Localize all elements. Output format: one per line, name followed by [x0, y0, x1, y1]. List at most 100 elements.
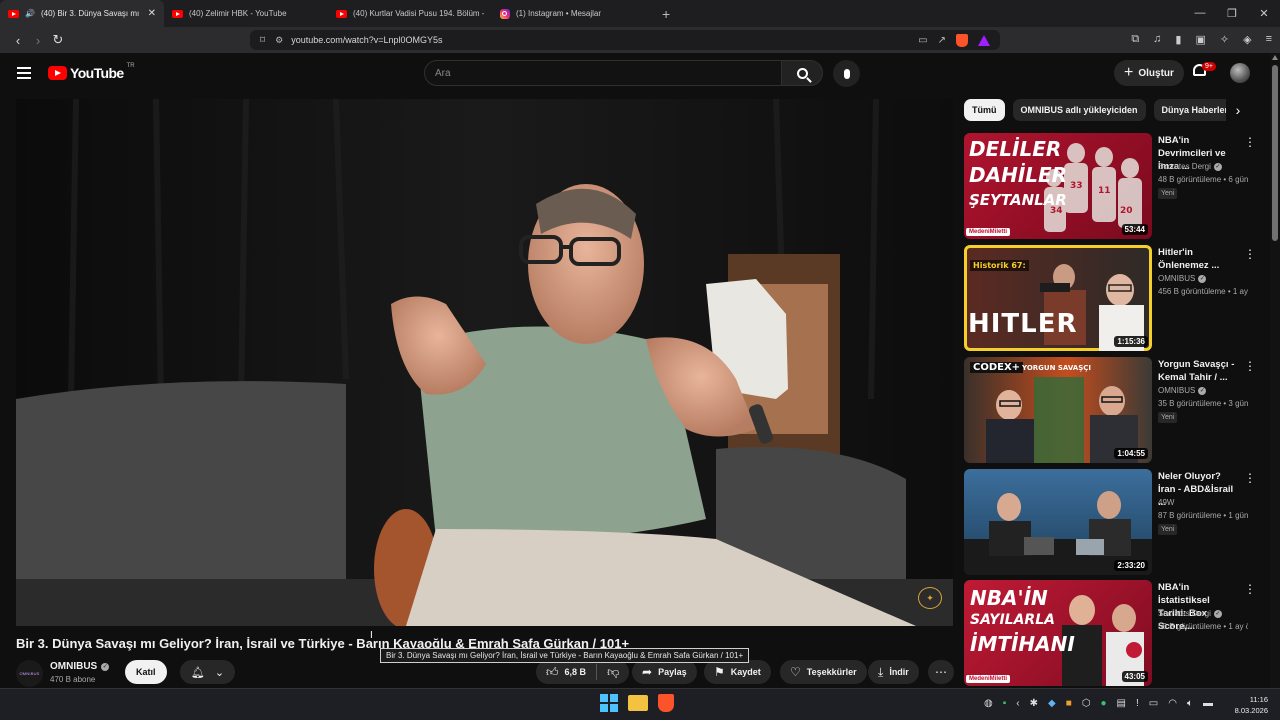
close-window-icon[interactable]: ✕: [1248, 7, 1280, 20]
microphone-icon[interactable]: ǃ: [1136, 698, 1139, 709]
more-vertical-icon[interactable]: ⋮: [1244, 582, 1256, 596]
channel-name-text[interactable]: OMNIBUS: [1158, 386, 1195, 395]
windows-start-icon[interactable]: [600, 694, 618, 712]
new-tab-button[interactable]: +: [656, 6, 676, 22]
youtube-icon: [172, 9, 183, 18]
recommendation-channel[interactable]: 49W: [1158, 498, 1174, 507]
video-thumbnail[interactable]: 2:33:20: [964, 469, 1152, 575]
video-thumbnail[interactable]: CODEX+ YORGUN SAVAŞÇI 1:04:55: [964, 357, 1152, 463]
volume-icon[interactable]: 🔈︎: [1187, 698, 1193, 709]
voice-search-button[interactable]: [833, 60, 860, 87]
close-tab-icon[interactable]: ✕: [148, 8, 156, 19]
bookmark-icon[interactable]: ⌑: [260, 35, 265, 46]
dislike-icon[interactable]: 👎︎: [607, 665, 619, 680]
hamburger-menu-icon[interactable]: [17, 67, 31, 79]
cast-icon[interactable]: ▭: [918, 35, 927, 46]
save-button[interactable]: ⚑ Kaydet: [704, 660, 771, 684]
recommendation-title[interactable]: Hitler'in Önlenemez ...: [1158, 246, 1240, 272]
music-icon[interactable]: ♫: [1153, 33, 1161, 46]
browser-tab[interactable]: (40) Zelimir HBK - YouTube: [164, 0, 328, 27]
recommendation-title[interactable]: Yorgun Savaşçı - Kemal Tahir / ...: [1158, 358, 1240, 384]
more-vertical-icon[interactable]: ⋮: [1244, 135, 1256, 149]
recommendation-channel[interactable]: OMNIBUS ✓: [1158, 274, 1207, 283]
brave-rewards-icon[interactable]: [978, 34, 990, 46]
menu-icon[interactable]: ≡: [1266, 33, 1272, 46]
recommendation-channel[interactable]: Socrates Dergi ✓: [1158, 162, 1222, 171]
page-scrollbar[interactable]: [1270, 53, 1280, 688]
chip-from-uploader[interactable]: OMNIBUS adlı yükleyiciden: [1012, 99, 1146, 121]
forward-icon[interactable]: ›: [28, 33, 48, 48]
restore-icon[interactable]: ❐: [1216, 7, 1248, 20]
sidebar-icon[interactable]: ▮: [1175, 33, 1181, 46]
wallet-icon[interactable]: ▣: [1195, 33, 1205, 46]
download-button[interactable]: ⤓ İndir: [868, 660, 919, 684]
recommendation-channel[interactable]: OMNIBUS ✓: [1158, 386, 1207, 395]
avatar[interactable]: [1230, 63, 1250, 83]
tray-app-icon[interactable]: ‹: [1016, 698, 1019, 709]
more-vertical-icon[interactable]: ⋮: [1244, 247, 1256, 261]
channel-name-text[interactable]: OMNIBUS: [50, 661, 97, 672]
more-vertical-icon[interactable]: ⋮: [1244, 471, 1256, 485]
share-icon[interactable]: ↗: [938, 35, 946, 46]
back-icon[interactable]: ‹: [8, 33, 28, 48]
search-button[interactable]: [781, 60, 823, 86]
url-text[interactable]: youtube.com/watch?v=Lnpl0OMGY5s: [291, 35, 442, 45]
channel-avatar[interactable]: OMNIBUS: [16, 660, 43, 687]
like-icon[interactable]: 👍︎: [546, 665, 559, 680]
subscription-bell-button[interactable]: 🔔︎ ⌄: [180, 660, 235, 684]
recommendation-channel[interactable]: Socrates Dergi ✓: [1158, 609, 1222, 618]
create-button[interactable]: + Oluştur: [1114, 60, 1184, 86]
video-thumbnail[interactable]: NBA'İN SAYILARLA İMTİHANI MedeniMiletti …: [964, 580, 1152, 686]
join-button[interactable]: Katıl: [125, 660, 167, 684]
channel-name-text[interactable]: Socrates Dergi: [1158, 162, 1211, 171]
channel-name-text[interactable]: 49W: [1158, 498, 1174, 507]
wifi-icon[interactable]: ◠: [1168, 698, 1177, 709]
minimize-icon[interactable]: —: [1184, 7, 1216, 20]
chip-all[interactable]: Tümü: [964, 99, 1005, 121]
recommendation-item[interactable]: NBA'İN SAYILARLA İMTİHANI MedeniMiletti …: [964, 580, 1256, 686]
ai-icon[interactable]: ✧: [1220, 33, 1229, 46]
site-settings-icon[interactable]: ⚙: [275, 35, 283, 46]
share-button[interactable]: ➦ Paylaş: [632, 660, 697, 684]
like-count[interactable]: 6,8 B: [565, 667, 587, 677]
chevron-right-icon[interactable]: ›: [1226, 99, 1250, 121]
video-thumbnail[interactable]: 33 11 34 20 DELİLER DAHİLER ŞEYTANLAR Meden…: [964, 133, 1152, 239]
video-player[interactable]: [16, 99, 953, 626]
battery-icon[interactable]: ▬: [1203, 698, 1213, 709]
tray-app-icon[interactable]: ◆: [1048, 698, 1056, 709]
vpn-icon[interactable]: ◈: [1243, 33, 1251, 46]
more-actions-button[interactable]: ⋯: [928, 660, 954, 684]
channel-name[interactable]: OMNIBUS ✓: [50, 661, 110, 672]
recommendation-item[interactable]: CODEX+ YORGUN SAVAŞÇI 1:04:55 Yorgun Sav…: [964, 357, 1256, 463]
browser-tab-active[interactable]: 🔊 (40) Bir 3. Dünya Savaşı mı Ge ✕: [0, 0, 164, 27]
video-thumbnail[interactable]: Historik 67: HITLER 1:15:36: [964, 245, 1152, 351]
tray-app-icon[interactable]: ▤: [1117, 698, 1126, 709]
channel-name-text[interactable]: OMNIBUS: [1158, 274, 1195, 283]
channel-name-text[interactable]: Socrates Dergi: [1158, 609, 1211, 618]
recommendation-item[interactable]: 2:33:20 Neler Oluyor? İran - ABD&İsrail …: [964, 469, 1256, 575]
network-icon[interactable]: ▭: [1149, 698, 1158, 709]
speaker-icon[interactable]: 🔊: [25, 9, 35, 18]
recommendation-item[interactable]: Historik 67: HITLER 1:15:36 Hitler'in Ön…: [964, 245, 1256, 351]
search-input[interactable]: Ara: [424, 60, 782, 86]
tray-app-icon[interactable]: ▪: [1003, 698, 1007, 709]
browser-tab[interactable]: (1) Instagram • Mesajlar: [492, 0, 656, 27]
url-field[interactable]: ⌑ ⚙ youtube.com/watch?v=Lnpl0OMGY5s ▭ ↗: [250, 30, 1000, 50]
youtube-logo[interactable]: YouTube TR: [48, 63, 135, 81]
reload-icon[interactable]: ↻: [48, 32, 68, 48]
browser-tab[interactable]: (40) Kurtlar Vadisi Pusu 194. Bölüm -: [328, 0, 492, 27]
tray-app-icon[interactable]: ●: [1101, 698, 1107, 709]
bluetooth-icon[interactable]: ✱: [1030, 698, 1038, 709]
tray-app-icon[interactable]: ◍: [984, 698, 993, 709]
screenshot-icon[interactable]: ⧉: [1131, 33, 1139, 46]
tray-app-icon[interactable]: ⬡: [1082, 698, 1091, 709]
channel-watermark-icon[interactable]: ✦: [918, 587, 942, 609]
tray-app-icon[interactable]: ■: [1066, 698, 1072, 709]
thanks-button[interactable]: ♡ Teşekkürler: [780, 660, 867, 684]
brave-shields-icon[interactable]: [956, 33, 968, 47]
more-vertical-icon[interactable]: ⋮: [1244, 359, 1256, 373]
clock[interactable]: 11:16 8.03.2026: [1235, 694, 1268, 716]
recommendation-item[interactable]: 33 11 34 20 DELİLER DAHİLER ŞEYTANLAR Meden…: [964, 133, 1256, 239]
brave-browser-icon[interactable]: [658, 694, 674, 712]
file-explorer-icon[interactable]: [628, 695, 648, 711]
